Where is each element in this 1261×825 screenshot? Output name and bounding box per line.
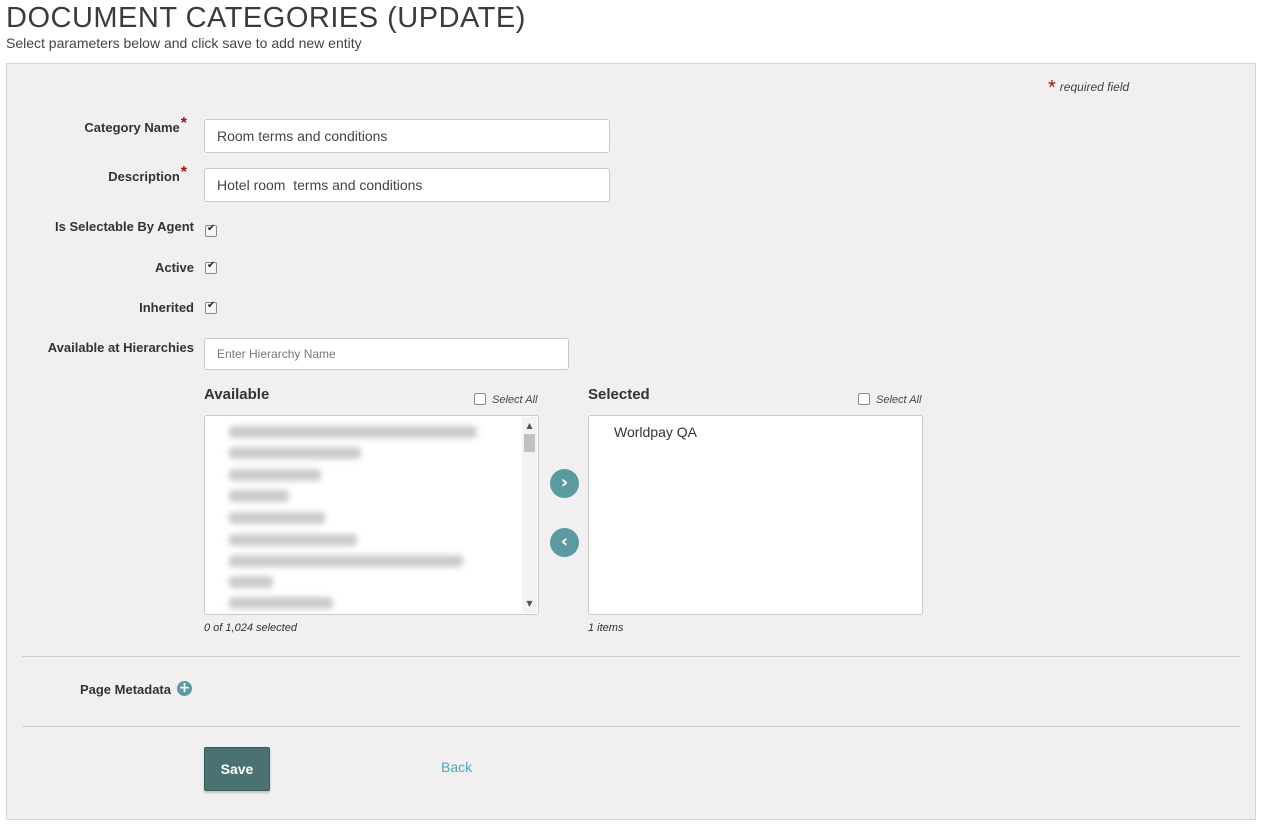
inherited-label: Inherited — [139, 300, 194, 315]
category-name-label: Category Name* — [84, 115, 187, 135]
list-item[interactable] — [229, 555, 463, 567]
required-star: * — [180, 115, 187, 132]
active-checkbox[interactable] — [205, 260, 217, 274]
required-star: * — [1048, 77, 1056, 99]
selected-select-all[interactable]: Select All — [858, 393, 922, 406]
list-item[interactable] — [229, 576, 273, 588]
active-label: Active — [154, 260, 194, 275]
hierarchy-search-input[interactable] — [204, 338, 569, 370]
available-listbox[interactable]: ▲ ▼ — [204, 415, 539, 615]
inherited-checkbox[interactable] — [205, 300, 217, 314]
is-selectable-by-agent-checkbox[interactable] — [205, 223, 217, 237]
selected-select-all-label: Select All — [876, 394, 922, 406]
save-button[interactable]: Save — [204, 747, 270, 791]
scroll-up-icon[interactable]: ▲ — [522, 419, 537, 433]
page-subtitle: Select parameters below and click save t… — [6, 35, 362, 51]
selected-listbox[interactable]: Worldpay QA — [588, 415, 923, 615]
scroll-down-icon[interactable]: ▼ — [522, 597, 537, 611]
available-select-all-label: Select All — [492, 394, 538, 406]
page-metadata-label: Page Metadata — [79, 682, 171, 697]
available-heading: Available — [204, 386, 270, 403]
list-item[interactable] — [229, 512, 325, 524]
category-name-input[interactable] — [204, 119, 610, 153]
list-item[interactable]: Worldpay QA — [614, 424, 697, 440]
available-scrollbar[interactable]: ▲ ▼ — [522, 417, 537, 613]
divider — [22, 656, 1240, 657]
page-title: DOCUMENT CATEGORIES (UPDATE) — [6, 2, 526, 34]
description-input[interactable] — [204, 168, 610, 202]
required-note: * required field — [1048, 77, 1129, 100]
list-item[interactable] — [229, 426, 477, 438]
available-select-all[interactable]: Select All — [474, 393, 538, 406]
list-item[interactable] — [229, 597, 333, 609]
selected-count: 1 items — [588, 622, 624, 634]
available-count: 0 of 1,024 selected — [204, 622, 297, 634]
selected-heading: Selected — [588, 386, 650, 403]
move-right-button[interactable]: › — [550, 469, 579, 498]
available-select-all-checkbox[interactable] — [474, 393, 486, 405]
list-item[interactable] — [229, 534, 357, 546]
available-at-hierarchies-label: Available at Hierarchies — [47, 340, 194, 355]
chevron-left-icon: ‹ — [560, 531, 569, 552]
scroll-thumb[interactable] — [524, 434, 535, 452]
list-item[interactable] — [229, 490, 289, 502]
required-note-text: required field — [1059, 80, 1130, 94]
list-item[interactable] — [229, 447, 361, 459]
required-star: * — [180, 164, 187, 181]
plus-circle-icon[interactable]: + — [177, 681, 192, 696]
list-item[interactable] — [229, 469, 321, 481]
back-link[interactable]: Back — [441, 759, 472, 775]
chevron-right-icon: › — [560, 472, 569, 493]
move-left-button[interactable]: ‹ — [550, 528, 579, 557]
is-selectable-by-agent-label: Is Selectable By Agent — [55, 219, 194, 234]
divider — [22, 726, 1240, 727]
selected-select-all-checkbox[interactable] — [858, 393, 870, 405]
description-label: Description* — [108, 164, 187, 184]
